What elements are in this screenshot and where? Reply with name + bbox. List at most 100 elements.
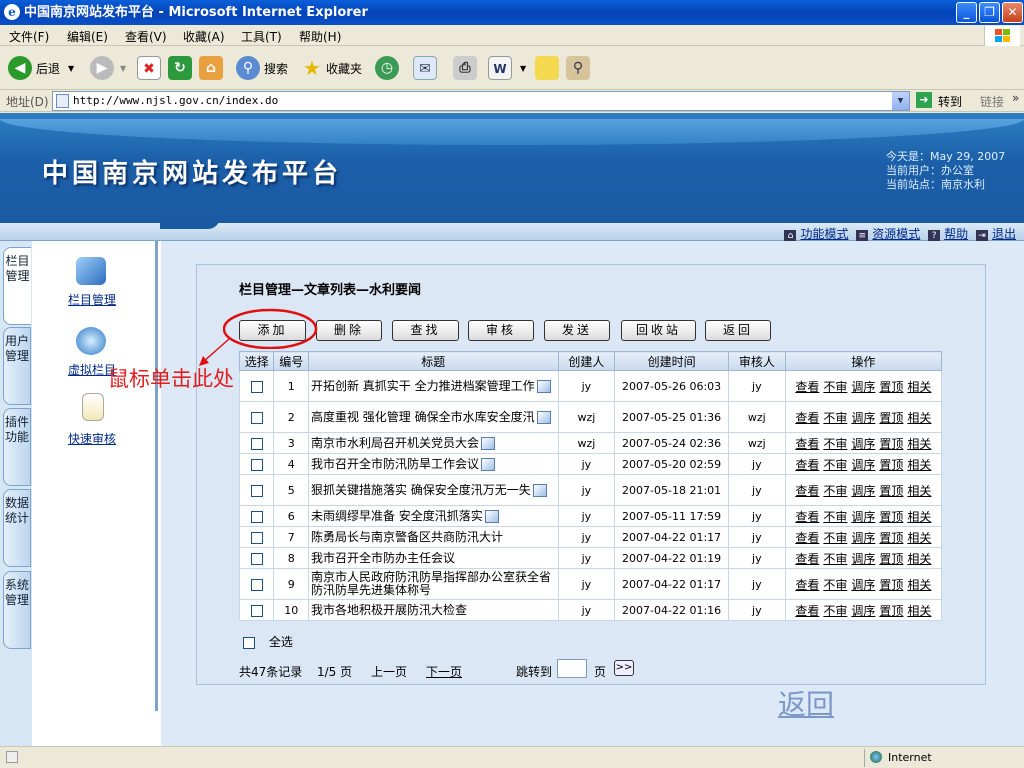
- row-checkbox[interactable]: [250, 578, 263, 591]
- row-title-text[interactable]: 南京市人民政府防汛防旱指挥部办公室获全省防汛防旱先进集体称号: [311, 570, 551, 597]
- row-op-link[interactable]: 不审: [823, 411, 847, 425]
- row-op-link[interactable]: 相关: [907, 380, 931, 394]
- row-op-link[interactable]: 相关: [907, 437, 931, 451]
- menu-tools[interactable]: 工具(T): [241, 28, 282, 45]
- row-title[interactable]: 南京市水利局召开机关党员大会: [307, 432, 559, 454]
- research-button[interactable]: ⚲: [566, 55, 590, 81]
- tab-column-management[interactable]: 栏目管理: [3, 247, 31, 325]
- minimize-button[interactable]: _: [956, 2, 977, 23]
- return-button[interactable]: 返回: [705, 320, 771, 341]
- go-button[interactable]: 转到: [938, 93, 962, 110]
- row-title-text[interactable]: 我市各地积极开展防汛大检查: [311, 603, 467, 617]
- row-op-link[interactable]: 调序: [851, 510, 875, 524]
- nav-function-mode[interactable]: 功能模式: [800, 227, 848, 241]
- row-op-link[interactable]: 不审: [823, 380, 847, 394]
- row-op-link[interactable]: 调序: [851, 604, 875, 618]
- tab-system-management[interactable]: 系统管理: [3, 571, 31, 649]
- row-op-link[interactable]: 查看: [795, 380, 819, 394]
- nav-exit[interactable]: 退出: [992, 227, 1016, 241]
- row-title-text[interactable]: 陈勇局长与南京警备区共商防汛大计: [311, 530, 503, 544]
- edit-button[interactable]: W ▼: [488, 55, 526, 81]
- search-button[interactable]: ⚲ 搜索: [236, 55, 288, 81]
- side-link-column[interactable]: 栏目管理: [68, 291, 116, 308]
- row-op-link[interactable]: 调序: [851, 552, 875, 566]
- row-op-link[interactable]: 置顶: [879, 578, 903, 592]
- row-op-link[interactable]: 置顶: [879, 604, 903, 618]
- row-op-link[interactable]: 调序: [851, 380, 875, 394]
- row-title[interactable]: 我市召开全市防办主任会议: [307, 547, 559, 569]
- row-op-link[interactable]: 不审: [823, 458, 847, 472]
- row-op-link[interactable]: 调序: [851, 437, 875, 451]
- mail-button[interactable]: ✉: [413, 55, 437, 81]
- select-all[interactable]: 全选: [243, 633, 293, 650]
- select-all-checkbox[interactable]: [243, 636, 255, 649]
- row-title[interactable]: 陈勇局长与南京警备区共商防汛大计: [307, 526, 559, 548]
- forward-button[interactable]: ▶ ▼: [90, 55, 126, 81]
- close-button[interactable]: ✕: [1002, 2, 1023, 23]
- row-title-text[interactable]: 未雨绸缪早准备 安全度汛抓落实: [311, 509, 483, 523]
- row-op-link[interactable]: 相关: [907, 510, 931, 524]
- row-op-link[interactable]: 相关: [907, 604, 931, 618]
- tab-user-management[interactable]: 用户管理: [3, 327, 31, 405]
- row-title-text[interactable]: 我市召开全市防汛防旱工作会议: [311, 457, 479, 471]
- row-op-link[interactable]: 相关: [907, 578, 931, 592]
- back-button[interactable]: ◀ 后退 ▼: [8, 55, 74, 81]
- row-title[interactable]: 我市召开全市防汛防旱工作会议: [307, 453, 559, 475]
- row-title[interactable]: 高度重视 强化管理 确保全市水库安全度汛: [307, 401, 559, 433]
- row-op-link[interactable]: 置顶: [879, 531, 903, 545]
- row-title-text[interactable]: 我市召开全市防办主任会议: [311, 551, 455, 565]
- send-button[interactable]: 发送: [544, 320, 610, 341]
- menu-view[interactable]: 查看(V): [125, 28, 167, 45]
- row-op-link[interactable]: 查看: [795, 458, 819, 472]
- row-op-link[interactable]: 不审: [823, 484, 847, 498]
- history-button[interactable]: ◷: [375, 55, 399, 81]
- row-title-text[interactable]: 高度重视 强化管理 确保全市水库安全度汛: [311, 410, 535, 424]
- row-title-text[interactable]: 狠抓关键措施落实 确保安全度汛万无一失: [311, 483, 531, 497]
- row-op-link[interactable]: 相关: [907, 531, 931, 545]
- delete-button[interactable]: 删除: [316, 320, 382, 341]
- nav-help[interactable]: 帮助: [944, 227, 968, 241]
- row-op-link[interactable]: 置顶: [879, 411, 903, 425]
- row-op-link[interactable]: 不审: [823, 578, 847, 592]
- row-title-text[interactable]: 开拓创新 真抓实干 全力推进档案管理工作: [311, 379, 535, 393]
- row-op-link[interactable]: 查看: [795, 604, 819, 618]
- recycle-button[interactable]: 回收站: [621, 320, 696, 341]
- row-title[interactable]: 未雨绸缪早准备 安全度汛抓落实: [307, 505, 559, 527]
- chevron-right-icon[interactable]: »: [1012, 91, 1019, 105]
- row-op-link[interactable]: 查看: [795, 484, 819, 498]
- menu-edit[interactable]: 编辑(E): [67, 28, 108, 45]
- row-op-link[interactable]: 不审: [823, 604, 847, 618]
- row-op-link[interactable]: 置顶: [879, 510, 903, 524]
- back-link[interactable]: 返回: [778, 683, 834, 723]
- favorites-button[interactable]: ★ 收藏夹: [300, 55, 362, 81]
- row-checkbox[interactable]: [250, 380, 263, 393]
- row-op-link[interactable]: 查看: [795, 578, 819, 592]
- chevron-down-icon[interactable]: ▼: [892, 92, 909, 110]
- discuss-button[interactable]: [535, 55, 559, 81]
- row-title-text[interactable]: 南京市水利局召开机关党员大会: [311, 436, 479, 450]
- row-op-link[interactable]: 调序: [851, 484, 875, 498]
- row-title[interactable]: 我市各地积极开展防汛大检查: [307, 599, 559, 621]
- quick-review-icon[interactable]: [82, 393, 104, 421]
- row-op-link[interactable]: 置顶: [879, 437, 903, 451]
- row-op-link[interactable]: 相关: [907, 458, 931, 472]
- row-checkbox[interactable]: [250, 531, 263, 544]
- next-page-link[interactable]: 下一页: [426, 663, 462, 680]
- row-op-link[interactable]: 不审: [823, 437, 847, 451]
- address-input[interactable]: http://www.njsl.gov.cn/index.do ▼: [52, 91, 910, 111]
- row-op-link[interactable]: 相关: [907, 552, 931, 566]
- go-arrow-icon[interactable]: ➜: [916, 92, 932, 108]
- row-checkbox[interactable]: [250, 411, 263, 424]
- row-op-link[interactable]: 置顶: [879, 380, 903, 394]
- review-button[interactable]: 审核: [468, 320, 534, 341]
- row-op-link[interactable]: 调序: [851, 531, 875, 545]
- row-op-link[interactable]: 置顶: [879, 458, 903, 472]
- row-checkbox[interactable]: [250, 510, 263, 523]
- print-button[interactable]: ⎙: [453, 55, 477, 81]
- side-link-quick-review[interactable]: 快速审核: [68, 430, 116, 447]
- row-op-link[interactable]: 不审: [823, 531, 847, 545]
- row-checkbox[interactable]: [250, 437, 263, 450]
- row-op-link[interactable]: 相关: [907, 484, 931, 498]
- find-button[interactable]: 查找: [392, 320, 459, 341]
- row-op-link[interactable]: 置顶: [879, 484, 903, 498]
